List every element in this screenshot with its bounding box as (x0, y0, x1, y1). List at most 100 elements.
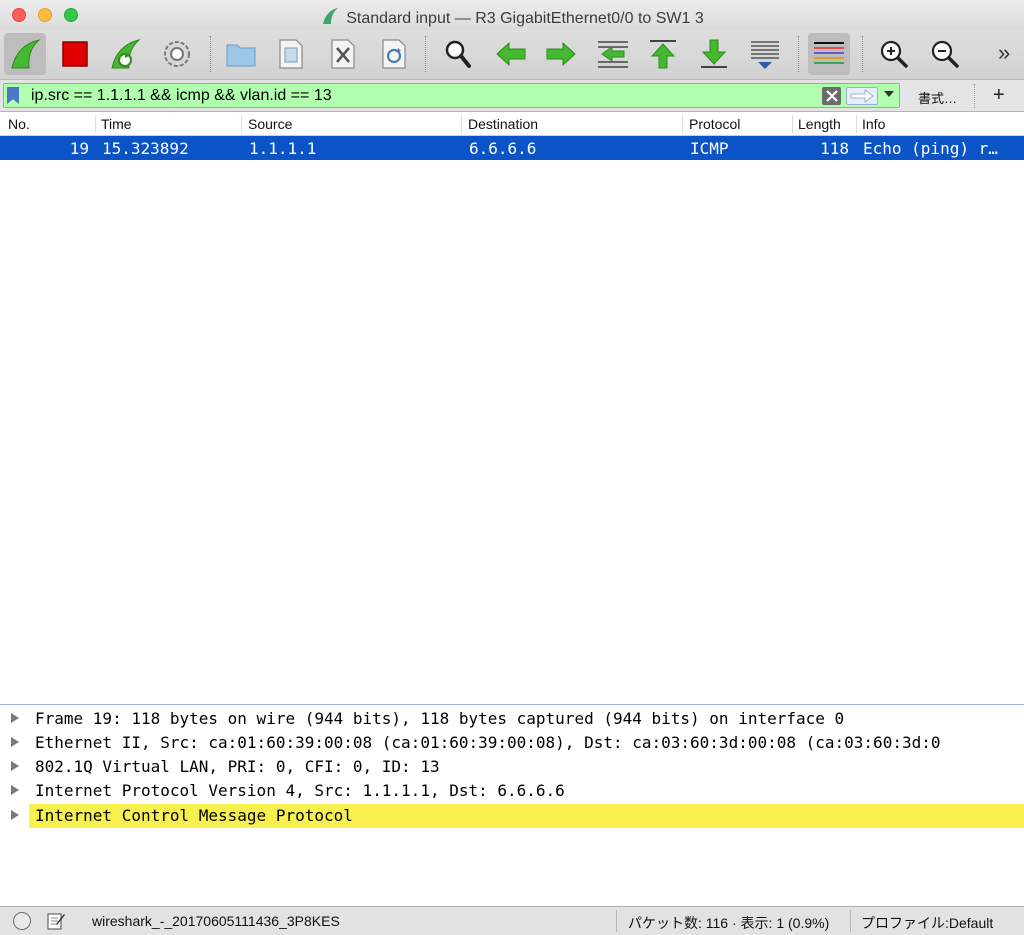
packet-list: No. Time Source Destination Protocol Len… (0, 113, 1024, 705)
reload-file-icon (382, 39, 406, 69)
packet-details: Frame 19: 118 bytes on wire (944 bits), … (0, 707, 1024, 906)
go-last-packet-icon (701, 39, 727, 68)
go-last-packet-button[interactable] (693, 33, 735, 75)
colorize-button[interactable] (808, 33, 850, 75)
main-toolbar: » (0, 30, 1024, 80)
column-header-protocol[interactable]: Protocol (689, 116, 740, 132)
column-separator (95, 115, 96, 133)
chevron-down-icon[interactable] (884, 91, 894, 97)
status-separator (850, 910, 851, 932)
column-separator (792, 115, 793, 133)
go-first-packet-icon (650, 40, 676, 69)
expand-triangle-icon[interactable] (11, 737, 19, 747)
capture-options-gear-icon (164, 41, 190, 67)
open-file-button[interactable] (220, 33, 262, 75)
clear-filter-button[interactable] (822, 87, 841, 105)
status-bar: wireshark_-_20170605111436_3P8KES パケット数:… (0, 906, 1024, 935)
reload-file-button[interactable] (373, 33, 415, 75)
zoom-in-icon (880, 40, 908, 68)
expand-triangle-icon[interactable] (11, 713, 19, 723)
toolbar-separator (798, 36, 799, 72)
detail-item-icmp[interactable]: Internet Control Message Protocol (0, 804, 1024, 828)
cell-source: 1.1.1.1 (249, 139, 317, 158)
zoom-out-icon (931, 40, 959, 68)
column-header-length[interactable]: Length (798, 116, 841, 132)
go-to-packet-button[interactable] (592, 33, 634, 75)
restart-capture-button[interactable] (104, 33, 146, 75)
status-profile[interactable]: プロファイル:Default (861, 913, 993, 933)
apply-filter-button[interactable] (846, 87, 878, 105)
go-back-arrow-icon (496, 41, 526, 67)
stop-square-icon (62, 41, 88, 67)
auto-scroll-icon (751, 41, 779, 69)
column-header-info[interactable]: Info (862, 116, 885, 132)
close-file-icon (331, 39, 355, 69)
expand-triangle-icon[interactable] (11, 785, 19, 795)
column-separator (241, 115, 242, 133)
status-file-name: wireshark_-_20170605111436_3P8KES (92, 913, 340, 929)
detail-text: Ethernet II, Src: ca:01:60:39:00:08 (ca:… (35, 733, 941, 752)
start-capture-button[interactable] (4, 33, 46, 75)
toolbar-separator (210, 36, 211, 72)
toolbar-separator (862, 36, 863, 72)
stop-capture-button[interactable] (54, 33, 96, 75)
detail-text: Frame 19: 118 bytes on wire (944 bits), … (35, 709, 845, 728)
expert-info-icon[interactable] (13, 912, 31, 930)
display-filter-input[interactable]: ip.src == 1.1.1.1 && icmp && vlan.id == … (3, 83, 900, 108)
column-header-no[interactable]: No. (8, 116, 30, 132)
filter-bar-separator (974, 84, 975, 108)
capture-options-button[interactable] (156, 33, 198, 75)
zoom-out-button[interactable] (924, 33, 966, 75)
close-file-button[interactable] (322, 33, 364, 75)
find-packet-button[interactable] (437, 33, 479, 75)
save-file-button[interactable] (270, 33, 312, 75)
auto-scroll-button[interactable] (744, 33, 786, 75)
table-row[interactable]: 19 15.323892 1.1.1.1 6.6.6.6 ICMP 118 Ec… (0, 136, 1024, 160)
detail-item-vlan[interactable]: 802.1Q Virtual LAN, PRI: 0, CFI: 0, ID: … (0, 755, 1024, 779)
expand-triangle-icon[interactable] (11, 761, 19, 771)
colorize-icon (814, 42, 844, 64)
column-header-source[interactable]: Source (248, 116, 292, 132)
window-title: Standard input — R3 GigabitEthernet0/0 t… (0, 6, 1024, 28)
expand-triangle-icon[interactable] (11, 810, 19, 820)
column-separator (856, 115, 857, 133)
shark-fin-start-icon (11, 39, 41, 69)
display-filter-text[interactable]: ip.src == 1.1.1.1 && icmp && vlan.id == … (31, 87, 332, 105)
cell-protocol: ICMP (690, 139, 729, 158)
cell-no: 19 (69, 139, 89, 158)
toolbar-separator (425, 36, 426, 72)
capture-comment-button[interactable] (46, 911, 66, 934)
status-packet-count: パケット数: 116 · 表示: 1 (0.9%) (628, 915, 830, 931)
detail-item-ipv4[interactable]: Internet Protocol Version 4, Src: 1.1.1.… (0, 779, 1024, 803)
go-forward-button[interactable] (540, 33, 582, 75)
restart-fin-icon (111, 39, 141, 69)
edit-comment-icon (47, 913, 65, 930)
zoom-in-button[interactable] (873, 33, 915, 75)
open-folder-icon (226, 44, 256, 67)
wireshark-fin-icon (323, 8, 339, 24)
close-icon (825, 90, 838, 102)
go-back-button[interactable] (490, 33, 532, 75)
save-file-icon (279, 39, 303, 69)
expression-button[interactable]: 書式… (918, 88, 957, 107)
go-forward-arrow-icon (546, 41, 576, 67)
toolbar-overflow-button[interactable]: » (998, 40, 1010, 66)
title-bar: Standard input — R3 GigabitEthernet0/0 t… (0, 0, 1024, 30)
add-filter-button[interactable]: + (993, 84, 1005, 107)
find-magnifier-icon (445, 40, 471, 68)
packet-list-header: No. Time Source Destination Protocol Len… (0, 113, 1024, 136)
column-header-time[interactable]: Time (101, 116, 132, 132)
detail-item-ethernet[interactable]: Ethernet II, Src: ca:01:60:39:00:08 (ca:… (0, 731, 1024, 755)
column-separator (682, 115, 683, 133)
detail-text: Internet Control Message Protocol (29, 804, 1024, 828)
detail-item-frame[interactable]: Frame 19: 118 bytes on wire (944 bits), … (0, 707, 1024, 731)
window-title-text: Standard input — R3 GigabitEthernet0/0 t… (346, 10, 704, 27)
detail-text: 802.1Q Virtual LAN, PRI: 0, CFI: 0, ID: … (35, 757, 440, 776)
detail-text: Internet Protocol Version 4, Src: 1.1.1.… (35, 781, 565, 800)
cell-destination: 6.6.6.6 (469, 139, 537, 158)
display-filter-bar: ip.src == 1.1.1.1 && icmp && vlan.id == … (0, 80, 1024, 112)
filter-bookmark-icon[interactable] (7, 87, 19, 104)
column-header-destination[interactable]: Destination (468, 116, 538, 132)
go-first-packet-button[interactable] (642, 33, 684, 75)
status-separator (616, 910, 617, 932)
